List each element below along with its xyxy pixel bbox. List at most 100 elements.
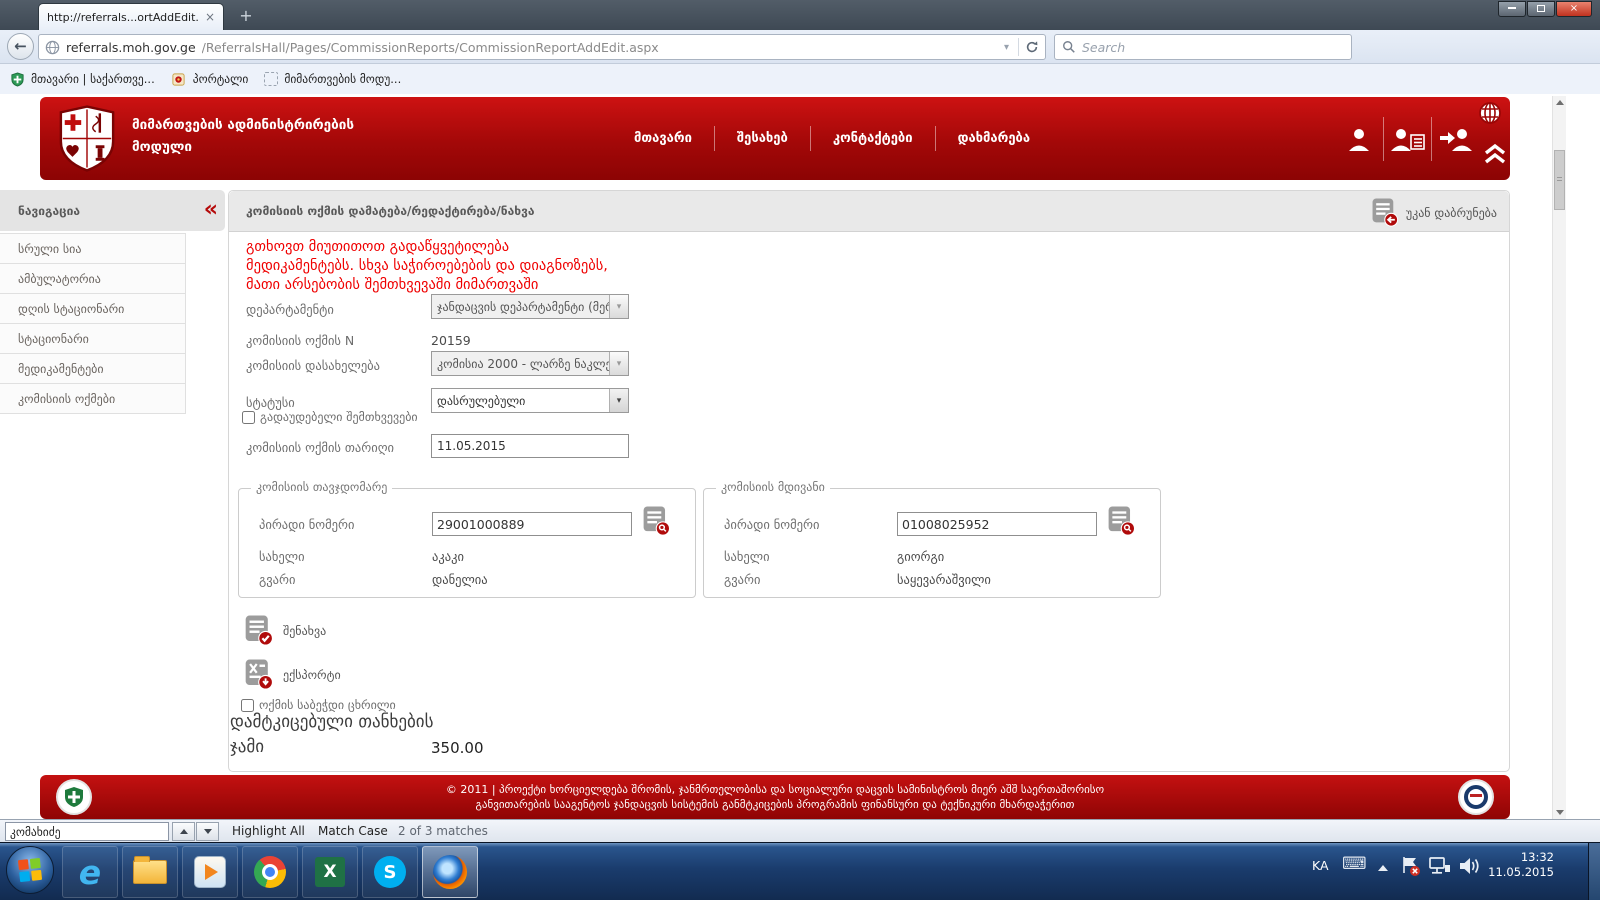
tray-expand-icon[interactable] [1378, 865, 1388, 871]
footer-usaid-logo [1458, 779, 1494, 815]
sidebar-item-medicines[interactable]: მედიკამენტები [0, 354, 186, 384]
approved-total-label-line1: დამტკიცებული თანხების [230, 712, 433, 732]
find-previous-button[interactable] [172, 822, 195, 841]
protocol-date-input[interactable] [431, 434, 629, 458]
find-input[interactable] [5, 822, 169, 841]
scroll-top-chevrons-icon[interactable] [1483, 143, 1507, 165]
media-player-icon [194, 856, 226, 888]
user-profile-icon[interactable] [1335, 117, 1383, 161]
screen: http://referrals...ortAddEdit.aspx × + ×… [0, 0, 1600, 900]
sidebar-header: ნავიგაცია « [0, 190, 225, 231]
back-label: უკან დაბრუნება [1406, 206, 1497, 220]
site-nav-about[interactable]: შესახებ [714, 126, 810, 151]
bookmark-item-home[interactable]: მთავარი | საქართვე... [9, 71, 155, 87]
chairman-pid-search-icon[interactable] [643, 506, 671, 536]
find-next-button[interactable] [196, 822, 219, 841]
back-doc-icon [1372, 198, 1399, 227]
panel-body: გთხოვთ მიუთითოთ გადაწყვეტილება მედიკამენ… [229, 232, 1509, 771]
commission-name-select[interactable]: კომისია 2000 - ლარზე ნაკლებ ▾ [431, 351, 629, 376]
taskbar-item-skype[interactable]: S [362, 846, 418, 898]
department-select[interactable]: ჯანდაცვის დეპარტამენტი (მერ ▾ [431, 294, 629, 319]
taskbar-item-file-explorer[interactable] [122, 846, 178, 898]
site-nav-contacts[interactable]: კონტაქტები [810, 126, 935, 151]
sidebar-item-day-hospital[interactable]: დღის სტაციონარი [0, 294, 186, 324]
taskbar-item-media-player[interactable] [182, 846, 238, 898]
page-scrollbar[interactable] [1552, 96, 1566, 819]
bookmark-item-module[interactable]: მიმართვების მოდუ... [264, 72, 401, 86]
select-arrow-icon[interactable]: ▾ [609, 352, 628, 375]
back-to-list-link[interactable]: უკან დაბრუნება [1372, 198, 1497, 227]
user-list-icon[interactable] [1383, 117, 1431, 161]
secretary-pid-search-icon[interactable] [1108, 506, 1136, 536]
search-input[interactable] [1082, 40, 1344, 55]
select-arrow-icon[interactable]: ▾ [609, 389, 628, 412]
keyboard-icon[interactable]: ⌨ [1342, 854, 1367, 874]
window-titlebar: http://referrals...ortAddEdit.aspx × + × [0, 0, 1600, 30]
commission-name-label: კომისიის დასახელება [246, 358, 380, 373]
chairman-legend: კომისიის თავჯდომარე [251, 480, 392, 494]
secretary-pid-input[interactable] [897, 512, 1097, 536]
action-center-flag-icon[interactable] [1400, 855, 1422, 877]
back-button[interactable]: ← [7, 33, 34, 60]
status-select[interactable]: დასრულებული ▾ [431, 388, 629, 413]
scrollbar-up-icon[interactable] [1556, 100, 1564, 105]
sidebar-item-commission-protocols[interactable]: კომისიის ოქმები [0, 384, 186, 414]
bookmark-favicon-emblem-icon [171, 71, 187, 87]
secretary-name-value: გიორგი [897, 549, 944, 564]
select-arrow-icon[interactable]: ▾ [609, 295, 628, 318]
site-nav-help[interactable]: დახმარება [935, 126, 1052, 151]
approved-total-value: 350.00 [431, 739, 484, 757]
export-button[interactable]: ექსპორტი [245, 659, 341, 690]
window-minimize-button[interactable] [1498, 1, 1526, 17]
taskbar: e X S KA ⌨ 13:32 11.05.2015 [0, 842, 1600, 900]
browser-toolbar: ← referrals.moh.gov.ge/ReferralsHall/Pag… [0, 30, 1600, 64]
scrollbar-thumb[interactable] [1554, 150, 1565, 210]
print-table-checkbox-row: ოქმის საბეჭდი ცხრილი [241, 698, 396, 712]
chairman-fieldset: კომისიის თავჯდომარე პირადი ნომერი სახელი… [238, 488, 696, 598]
window-close-button[interactable]: × [1556, 1, 1592, 17]
chairman-name-value: აკაკი [432, 549, 464, 564]
sidebar-collapse-icon[interactable]: « [204, 190, 216, 229]
taskbar-clock[interactable]: 13:32 11.05.2015 [1478, 850, 1554, 880]
taskbar-item-internet-explorer[interactable]: e [62, 846, 118, 898]
save-button[interactable]: შენახვა [245, 615, 326, 646]
taskbar-item-chrome[interactable] [242, 846, 298, 898]
start-button[interactable] [6, 846, 54, 894]
match-case-button[interactable]: Match Case [318, 824, 388, 838]
window-maximize-button[interactable] [1527, 1, 1555, 17]
url-dropdown-icon[interactable]: ▾ [1001, 42, 1012, 53]
save-label: შენახვა [283, 624, 326, 638]
urgent-cases-checkbox[interactable] [242, 411, 255, 424]
logout-icon[interactable] [1431, 117, 1479, 161]
highlight-all-button[interactable]: Highlight All [232, 824, 305, 838]
search-bar[interactable] [1054, 34, 1352, 60]
find-bar: Highlight All Match Case 2 of 3 matches [0, 819, 1600, 842]
footer-health-logo [56, 779, 92, 815]
new-tab-button[interactable]: + [233, 6, 259, 26]
site-nav-home[interactable]: მთავარი [612, 126, 714, 151]
protocol-number-value: 20159 [431, 333, 471, 348]
scrollbar-down-icon[interactable] [1556, 810, 1564, 815]
bookmark-item-portal[interactable]: პორტალი [171, 71, 249, 87]
print-table-checkbox[interactable] [241, 699, 254, 712]
language-globe-icon[interactable] [1478, 101, 1502, 125]
site-identity-globe-icon[interactable] [45, 40, 60, 55]
language-indicator[interactable]: KA [1312, 858, 1329, 873]
sidebar-item-ambulatory[interactable]: ამბულატორია [0, 264, 186, 294]
taskbar-item-firefox[interactable] [422, 846, 478, 898]
secretary-surname-label: გვარი [724, 572, 760, 587]
chairman-pid-input[interactable] [432, 512, 632, 536]
browser-tab[interactable]: http://referrals...ortAddEdit.aspx × [38, 3, 224, 30]
taskbar-item-excel[interactable]: X [302, 846, 358, 898]
tab-close-icon[interactable]: × [205, 11, 215, 23]
reload-icon[interactable] [1025, 40, 1039, 54]
chairman-name-label: სახელი [259, 549, 305, 564]
network-icon[interactable] [1428, 855, 1452, 877]
urgent-cases-checkbox-row: გადაუდებელი შემთხვევები [242, 410, 418, 424]
skype-icon: S [374, 856, 406, 888]
secretary-legend: კომისიის მდივანი [716, 480, 830, 494]
sidebar-item-hospital[interactable]: სტაციონარი [0, 324, 186, 354]
show-desktop-button[interactable] [1588, 843, 1600, 900]
url-bar[interactable]: referrals.moh.gov.ge/ReferralsHall/Pages… [38, 34, 1046, 60]
sidebar-item-full-list[interactable]: სრული სია [0, 234, 186, 264]
